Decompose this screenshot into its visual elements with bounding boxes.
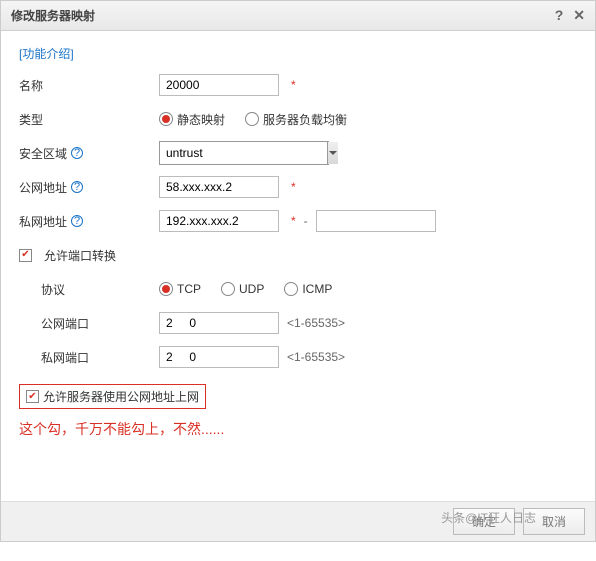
public-ip-input[interactable] bbox=[159, 176, 279, 198]
titlebar: 修改服务器映射 ? ✕ bbox=[1, 1, 595, 31]
row-private-port: 私网端口 <1-65535> bbox=[19, 344, 577, 370]
public-port-hint: <1-65535> bbox=[287, 316, 345, 330]
security-zone-input[interactable] bbox=[160, 143, 327, 163]
warning-text: 这个勾，千万不能勾上，不然...... bbox=[19, 419, 577, 439]
row-public-port: 公网端口 <1-65535> bbox=[19, 310, 577, 336]
radio-icon bbox=[221, 282, 235, 296]
watermark: 头条@IT狂人日志 bbox=[441, 509, 536, 526]
private-port-hint: <1-65535> bbox=[287, 350, 345, 364]
label-type: 类型 bbox=[19, 111, 159, 128]
allow-port-translate-checkbox[interactable] bbox=[19, 249, 32, 262]
dialog-title: 修改服务器映射 bbox=[11, 7, 95, 24]
dialog-body: [功能介绍] 名称 * 类型 静态映射 服务器负载均衡 bbox=[1, 31, 595, 501]
titlebar-icons: ? ✕ bbox=[555, 7, 585, 24]
help-icon[interactable]: ? bbox=[555, 7, 564, 24]
dialog-window: 修改服务器映射 ? ✕ [功能介绍] 名称 * 类型 静态映射 bbox=[0, 0, 596, 542]
help-icon[interactable]: ? bbox=[71, 215, 83, 227]
row-allow-port-translate: 允许端口转换 bbox=[19, 242, 577, 268]
intro-link[interactable]: [功能介绍] bbox=[19, 45, 74, 62]
radio-icon bbox=[159, 282, 173, 296]
row-name: 名称 * bbox=[19, 72, 577, 98]
radio-lb-label: 服务器负载均衡 bbox=[263, 111, 347, 128]
label-protocol: 协议 bbox=[19, 281, 159, 298]
radio-udp-label: UDP bbox=[239, 282, 264, 296]
radio-lb[interactable]: 服务器负载均衡 bbox=[245, 111, 347, 128]
allow-public-access-label: 允许服务器使用公网地址上网 bbox=[43, 388, 199, 405]
highlight-box: 允许服务器使用公网地址上网 bbox=[19, 384, 206, 409]
allow-port-translate-label: 允许端口转换 bbox=[44, 247, 116, 264]
radio-icon bbox=[284, 282, 298, 296]
label-name: 名称 bbox=[19, 77, 159, 94]
radio-icmp-label: ICMP bbox=[302, 282, 332, 296]
label-security-zone: 安全区域 ? bbox=[19, 145, 159, 162]
private-port-input[interactable] bbox=[159, 346, 279, 368]
row-type: 类型 静态映射 服务器负载均衡 bbox=[19, 106, 577, 132]
radio-static[interactable]: 静态映射 bbox=[159, 111, 225, 128]
chevron-down-icon[interactable] bbox=[327, 142, 338, 164]
public-port-input[interactable] bbox=[159, 312, 279, 334]
help-icon[interactable]: ? bbox=[71, 181, 83, 193]
radio-udp[interactable]: UDP bbox=[221, 282, 264, 296]
row-protocol: 协议 TCP UDP ICMP bbox=[19, 276, 577, 302]
security-zone-select[interactable] bbox=[159, 141, 329, 165]
row-security-zone: 安全区域 ? bbox=[19, 140, 577, 166]
radio-tcp[interactable]: TCP bbox=[159, 282, 201, 296]
radio-tcp-label: TCP bbox=[177, 282, 201, 296]
close-icon[interactable]: ✕ bbox=[573, 7, 585, 24]
label-private-ip: 私网地址 ? bbox=[19, 213, 159, 230]
required-asterisk: * bbox=[291, 180, 296, 194]
name-input[interactable] bbox=[159, 74, 279, 96]
radio-icon bbox=[159, 112, 173, 126]
label-private-port: 私网端口 bbox=[19, 349, 159, 366]
label-public-port: 公网端口 bbox=[19, 315, 159, 332]
radio-icon bbox=[245, 112, 259, 126]
dash-separator: - bbox=[304, 214, 308, 228]
row-private-ip: 私网地址 ? * - bbox=[19, 208, 577, 234]
help-icon[interactable]: ? bbox=[71, 147, 83, 159]
radio-static-label: 静态映射 bbox=[177, 111, 225, 128]
row-public-ip: 公网地址 ? * bbox=[19, 174, 577, 200]
radio-icmp[interactable]: ICMP bbox=[284, 282, 332, 296]
required-asterisk: * bbox=[291, 214, 296, 228]
private-ip-end-input[interactable] bbox=[316, 210, 436, 232]
required-asterisk: * bbox=[291, 78, 296, 92]
label-public-ip: 公网地址 ? bbox=[19, 179, 159, 196]
private-ip-start-input[interactable] bbox=[159, 210, 279, 232]
allow-public-access-checkbox[interactable] bbox=[26, 390, 39, 403]
